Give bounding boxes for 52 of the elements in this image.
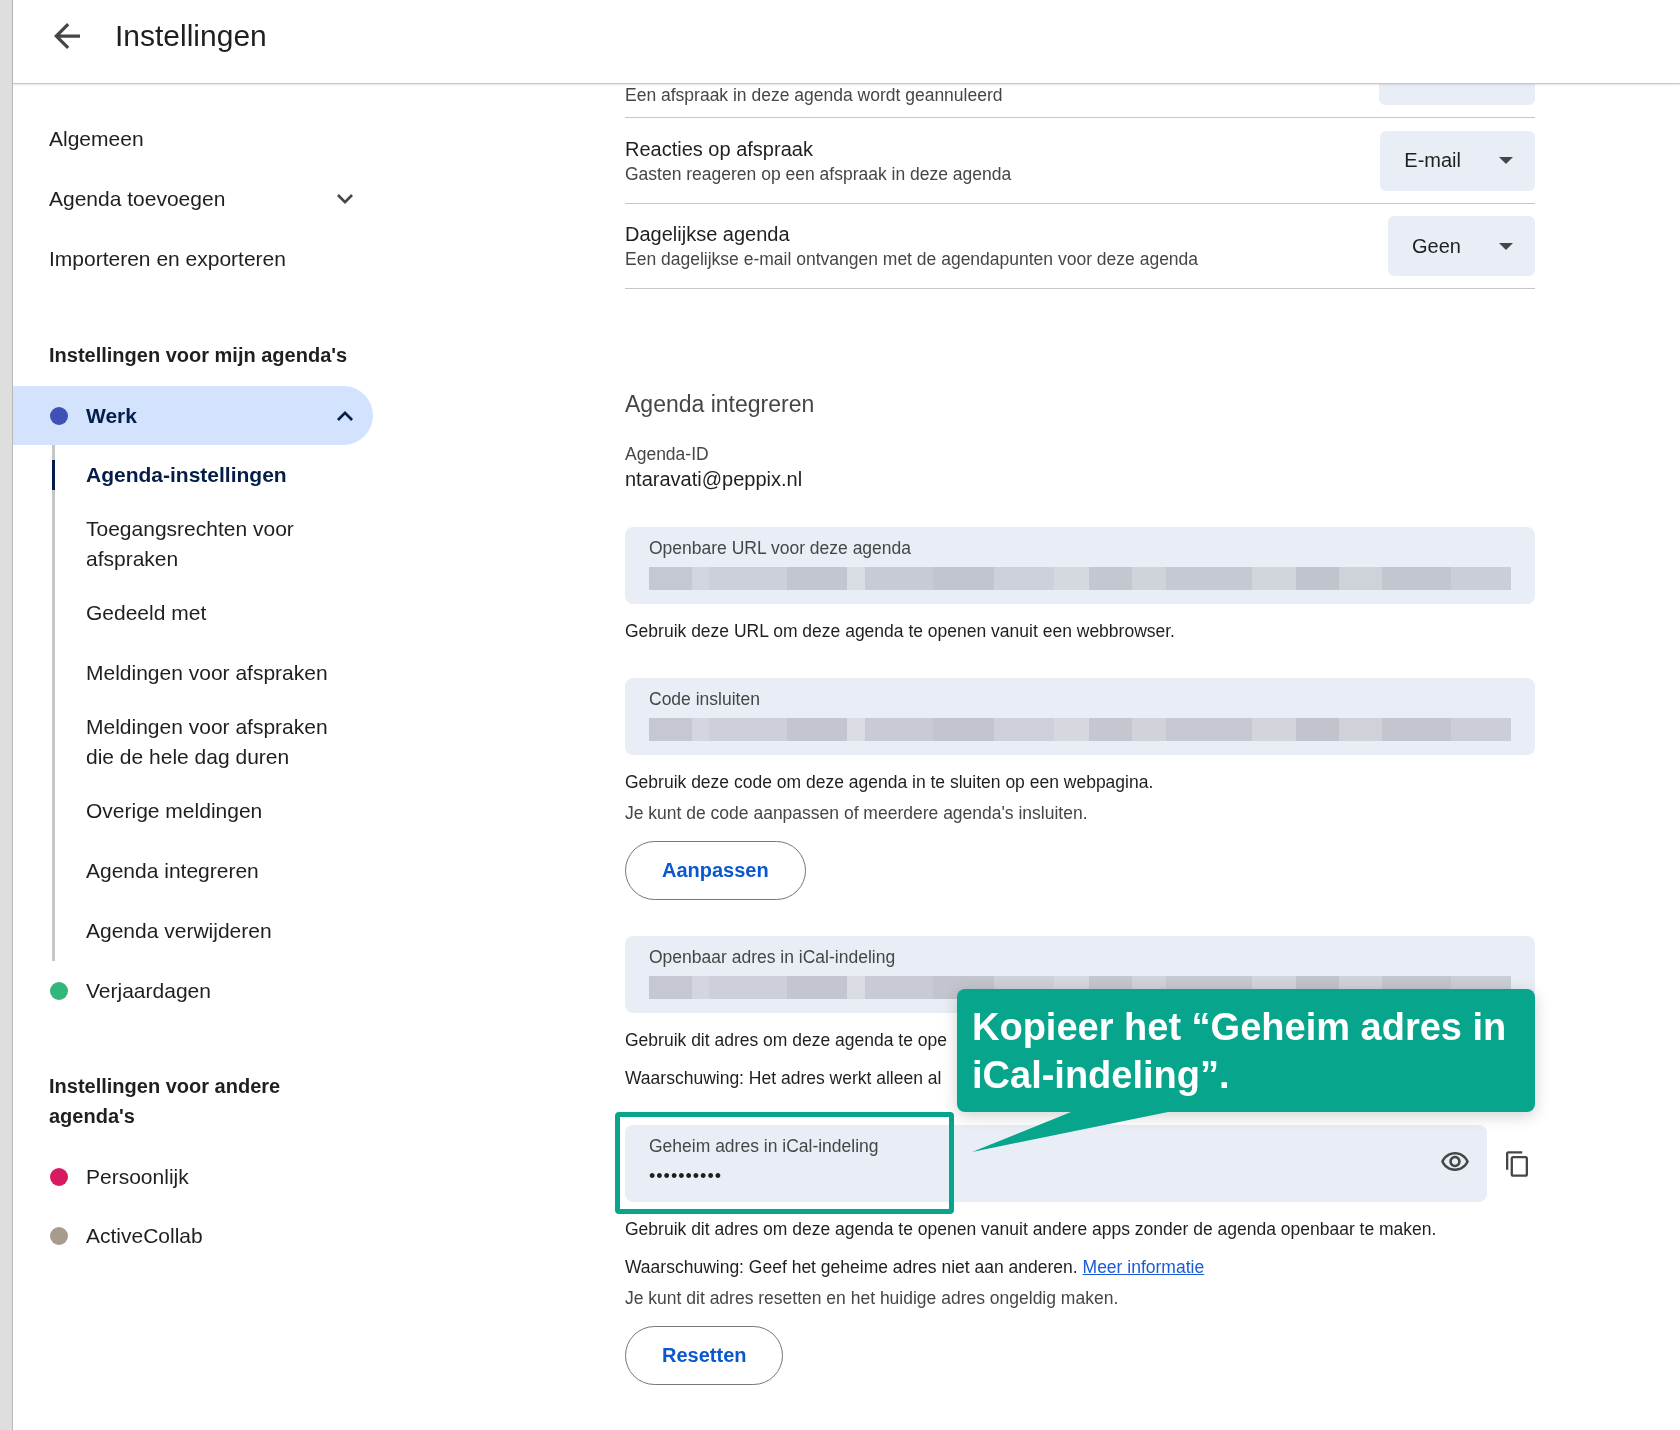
action-button[interactable]: Aanpassen xyxy=(625,841,806,900)
nav-item[interactable]: Importeren en exporteren xyxy=(13,229,373,289)
field-label: Openbare URL voor deze agenda xyxy=(649,537,913,559)
setting-description: Een dagelijkse e-mail ontvangen met de agendapunten voor deze agenda xyxy=(625,248,1199,270)
setting-description: Een afspraak in deze agenda wordt geannuleerd xyxy=(625,84,1003,106)
text-field[interactable]: Openbare URL voor deze agenda xyxy=(625,527,1535,604)
help-text: Waarschuwing: Geef het geheime adres niet aan anderen. Meer informatie xyxy=(625,1256,1205,1278)
help-text: Je kunt de code aanpassen of meerdere agenda's insluiten. xyxy=(625,802,1088,824)
dropdown-field[interactable] xyxy=(1379,84,1535,105)
masked-value: •••••••••• xyxy=(649,1165,723,1188)
submenu-item[interactable]: Meldingen voor afspraken xyxy=(52,643,352,703)
setting-title: Dagelijkse agenda xyxy=(625,222,791,246)
field-label: Openbaar adres in iCal-indeling xyxy=(649,946,897,968)
dropdown[interactable]: Geen xyxy=(1388,216,1535,276)
action-button[interactable]: Resetten xyxy=(625,1326,784,1385)
copy-icon[interactable] xyxy=(1506,1150,1528,1177)
caret-down-icon xyxy=(1499,157,1513,164)
caret-down-icon xyxy=(1499,242,1513,250)
back-arrow-icon xyxy=(54,23,80,49)
page-title: Instellingen xyxy=(115,18,267,54)
eye-icon[interactable] xyxy=(1441,1152,1469,1171)
help-text: Je kunt dit adres resetten en het huidige adres ongeldig maken. xyxy=(625,1287,1119,1309)
nav-item[interactable]: Algemeen xyxy=(13,109,373,169)
setting-title: Reacties op afspraak xyxy=(625,136,814,161)
calendar-item[interactable]: ActiveCollab xyxy=(13,1206,373,1265)
submenu-item[interactable]: Agenda verwijderen xyxy=(52,901,352,961)
calendar-item[interactable]: Werk xyxy=(13,386,373,445)
dropdown[interactable]: E-mail xyxy=(1380,130,1535,191)
help-text: Gebruik deze URL om deze agenda te openen vanuit een webbrowser. xyxy=(625,620,1175,642)
calendar-id-text: ntaravati@peppix.nl xyxy=(625,467,804,491)
more-info-link[interactable]: Meer informatie xyxy=(1082,1257,1205,1277)
text-field[interactable]: Code insluiten xyxy=(625,678,1535,755)
submenu-item[interactable]: Gedeeld met xyxy=(52,583,352,643)
submenu-item[interactable]: Meldingen voor afspraken die de hele dag duren xyxy=(52,703,352,781)
field-label: Agenda-ID xyxy=(625,443,710,465)
nav-item[interactable]: Agenda toevoegen xyxy=(13,169,373,229)
submenu-item[interactable]: Overige meldingen xyxy=(52,781,352,841)
setting-description: Gasten reageren op een afspraak in deze agenda xyxy=(625,162,1012,185)
field-label: Code insluiten xyxy=(649,688,761,710)
submenu-item[interactable]: Agenda integreren xyxy=(52,841,352,901)
help-text: Gebruik dit adres om deze agenda te ope xyxy=(625,1029,947,1051)
section-heading: Agenda integreren xyxy=(625,390,816,419)
section-heading: Instellingen voor mijn agenda's xyxy=(49,343,349,368)
section-heading: Instellingen voor andere agenda's xyxy=(49,1074,282,1129)
help-text: Waarschuwing: Het adres werkt alleen al xyxy=(625,1067,942,1089)
help-text: Gebruik dit adres om deze agenda te openen vanuit andere apps zonder de agenda openbaar te maken. xyxy=(625,1218,1437,1240)
calendar-item[interactable]: Persoonlijk xyxy=(13,1147,373,1206)
help-text: Gebruik deze code om deze agenda in te sluiten op een webpagina. xyxy=(625,771,1154,793)
submenu-item[interactable]: Toegangsrechten voor afspraken xyxy=(52,505,352,583)
field-label: Geheim adres in iCal-indeling xyxy=(649,1135,880,1157)
text-field[interactable]: Geheim adres in iCal-indeling •••••••••• xyxy=(625,1125,1487,1202)
calendar-item[interactable]: Verjaardagen xyxy=(13,961,373,1020)
